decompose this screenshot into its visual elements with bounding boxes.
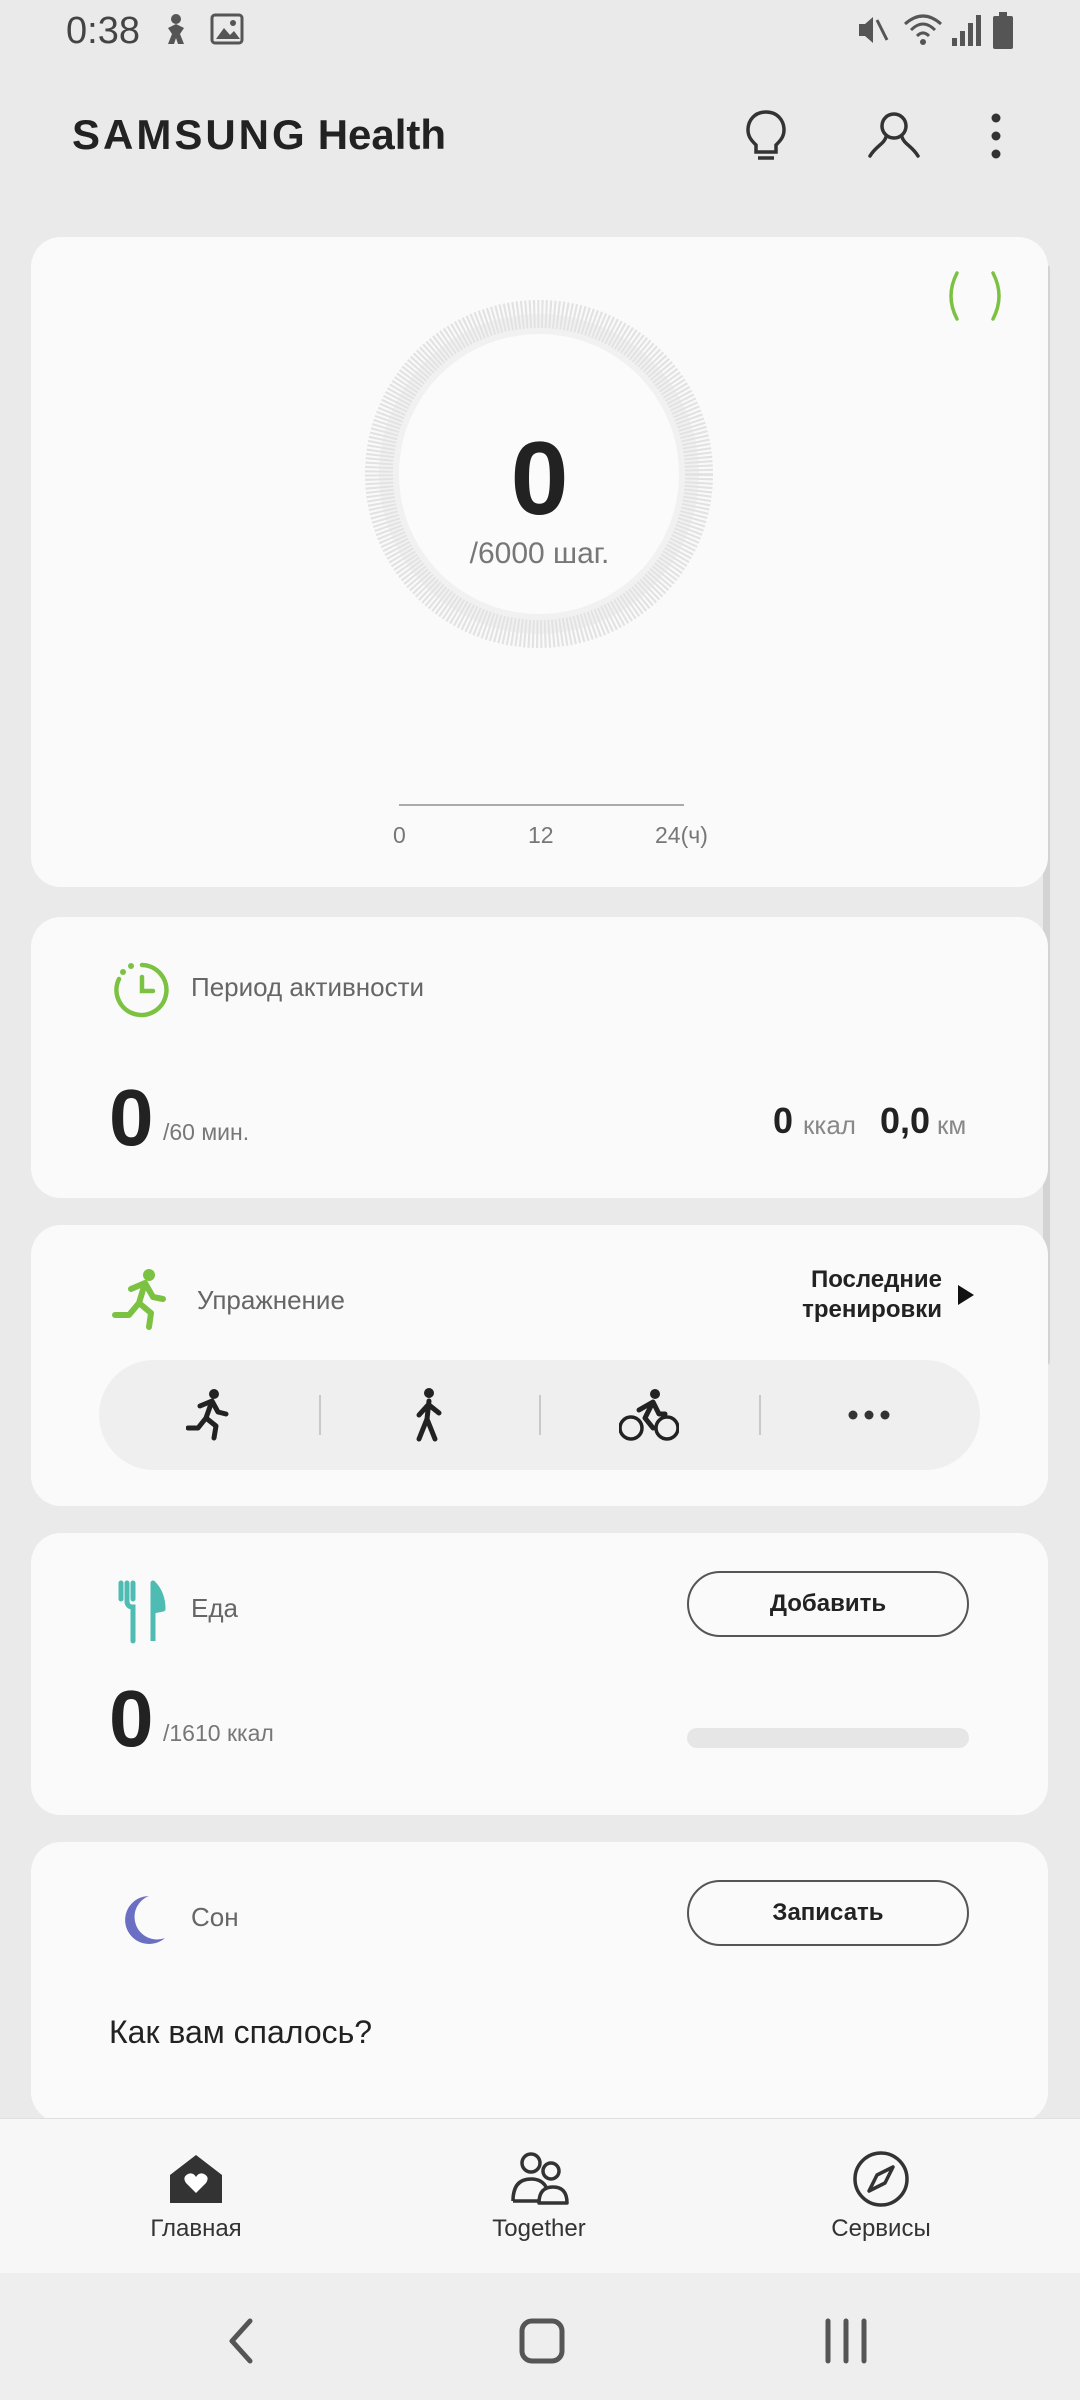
kcal-unit: ккал (803, 1110, 856, 1140)
battery-icon (992, 12, 1014, 55)
walking-icon (416, 1388, 442, 1442)
exercise-card[interactable]: Упражнение Последние тренировки (31, 1225, 1048, 1506)
food-goal: /1610 ккал (163, 1720, 274, 1746)
recents-icon[interactable] (816, 2311, 876, 2371)
home-heart-icon (166, 2149, 226, 2209)
record-sleep-button[interactable]: Записать (687, 1880, 969, 1946)
more-dots-icon (848, 1410, 890, 1420)
sleep-question: Как вам спалось? (109, 2014, 373, 2050)
compass-icon (851, 2149, 911, 2209)
wifi-icon (903, 12, 943, 53)
food-kcal-value: 0 (109, 1674, 154, 1763)
signal-icon (950, 12, 982, 53)
food-title: Еда (191, 1593, 238, 1623)
sync-icon[interactable] (943, 269, 1007, 328)
exercise-cycling-button[interactable] (539, 1360, 759, 1470)
running-icon (186, 1389, 229, 1441)
timer-icon (109, 957, 175, 1023)
mute-icon (855, 12, 891, 53)
back-icon[interactable] (212, 2311, 272, 2371)
exercise-more-button[interactable] (759, 1360, 979, 1470)
steps-timeline-axis (399, 804, 684, 806)
activity-minutes: 0 (109, 1073, 154, 1162)
distance-unit: км (937, 1110, 967, 1140)
status-bar: 0:38 (0, 0, 1080, 64)
nav-services[interactable]: Сервисы (701, 2119, 1061, 2274)
axis-tick: 24(ч) (655, 822, 708, 848)
exercise-walking-button[interactable] (319, 1360, 539, 1470)
steps-goal: /6000 шаг. (469, 537, 610, 570)
more-options-icon[interactable] (970, 104, 1034, 168)
nav-together[interactable]: Together (359, 2119, 719, 2274)
image-icon (210, 12, 244, 51)
running-figure-icon (109, 1267, 175, 1333)
moon-icon (109, 1888, 175, 1954)
sleep-card[interactable]: Сон Записать Как вам спалось? (31, 1842, 1048, 2122)
kcal-value: 0 (773, 1100, 794, 1141)
axis-tick: 12 (528, 822, 554, 848)
steps-card[interactable]: 0 /6000 шаг. 0 12 24(ч) (31, 237, 1048, 887)
activity-card[interactable]: Период активности 0 /60 мин. 0 ккал 0,0 … (31, 917, 1048, 1198)
play-arrow-icon (956, 1283, 976, 1315)
sleep-title: Сон (191, 1902, 239, 1932)
distance-value: 0,0 (880, 1100, 931, 1141)
cycling-icon (619, 1389, 679, 1441)
nav-home[interactable]: Главная (16, 2119, 376, 2274)
home-button-icon[interactable] (512, 2311, 572, 2371)
exercise-running-button[interactable] (99, 1360, 319, 1470)
last-workouts-link[interactable]: Последние тренировки (716, 1265, 976, 1325)
exercise-title: Упражнение (197, 1285, 345, 1315)
location-person-icon (160, 12, 192, 53)
profile-icon[interactable] (862, 104, 926, 168)
exercise-type-bar (99, 1360, 980, 1470)
fork-knife-icon (109, 1579, 175, 1645)
food-progress-bar (687, 1728, 969, 1748)
people-icon (509, 2149, 569, 2209)
food-card[interactable]: Еда Добавить 0 /1610 ккал (31, 1533, 1048, 1815)
app-header: SAMSUNG Health (0, 64, 1080, 204)
lightbulb-icon[interactable] (734, 104, 798, 168)
activity-goal: /60 мин. (163, 1119, 250, 1145)
add-food-button[interactable]: Добавить (687, 1571, 969, 1637)
steps-count: 0 (510, 421, 569, 537)
bottom-navigation: Главная Together Сервисы (0, 2118, 1080, 2273)
axis-tick: 0 (393, 822, 406, 848)
status-time: 0:38 (66, 10, 140, 52)
app-logo: SAMSUNG Health (72, 111, 447, 158)
system-navigation-bar (0, 2273, 1080, 2400)
activity-title: Период активности (191, 972, 425, 1002)
